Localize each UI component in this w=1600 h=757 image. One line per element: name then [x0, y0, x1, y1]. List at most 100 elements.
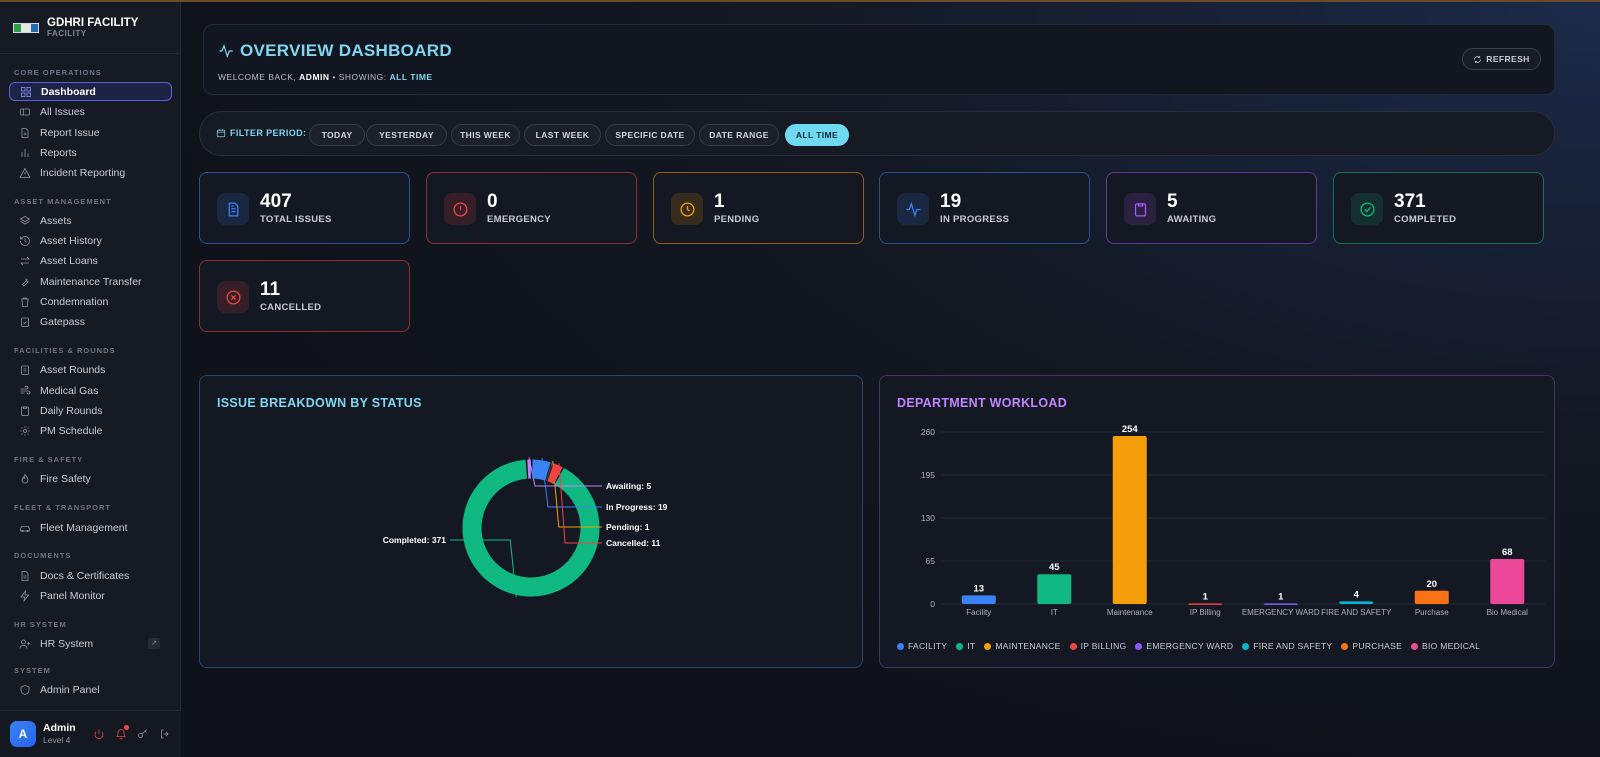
- bar-emergency-ward[interactable]: [1263, 603, 1298, 605]
- clipboard-check-icon: [19, 316, 31, 328]
- bar-value-label: 68: [1502, 547, 1513, 558]
- legend-item[interactable]: BIO MEDICAL: [1411, 641, 1480, 651]
- sidebar-item-admin-panel[interactable]: Admin Panel: [9, 680, 172, 699]
- sidebar-item-label: Admin Panel: [40, 683, 100, 696]
- bar-facility[interactable]: [961, 595, 996, 604]
- stat-card-awaiting[interactable]: 5 AWAITING: [1106, 172, 1317, 244]
- sidebar-item-assets[interactable]: Assets: [9, 211, 172, 230]
- section-title: SYSTEM: [14, 666, 51, 675]
- bar-value-label: 45: [1049, 562, 1060, 573]
- bell-icon[interactable]: [114, 725, 129, 740]
- sidebar-item-reports[interactable]: Reports: [9, 143, 172, 162]
- filter-chip-date-range[interactable]: DATE RANGE: [699, 124, 779, 146]
- stat-label: COMPLETED: [1394, 214, 1457, 225]
- sidebar-item-gatepass[interactable]: Gatepass: [9, 312, 172, 331]
- welcome-line: WELCOME BACK, ADMIN • SHOWING: ALL TIME: [218, 72, 433, 82]
- x-tick-label: Purchase: [1415, 608, 1449, 617]
- legend-item[interactable]: FIRE AND SAFETY: [1242, 641, 1332, 651]
- sidebar-item-label: Incident Reporting: [40, 166, 126, 179]
- sidebar-item-daily-rounds[interactable]: Daily Rounds: [9, 401, 172, 420]
- sidebar-item-fire-safety[interactable]: Fire Safety: [9, 469, 172, 488]
- brand[interactable]: GDHRI FACILITY FACILITY: [0, 2, 180, 54]
- stat-card-in-progress[interactable]: 19 IN PROGRESS: [879, 172, 1090, 244]
- grid-icon: [20, 86, 32, 98]
- refresh-icon: [1474, 55, 1482, 63]
- stat-card-cancelled[interactable]: 11 CANCELLED: [199, 260, 410, 332]
- bar-fire-and-safety[interactable]: [1339, 601, 1374, 604]
- sidebar-item-label: Condemnation: [40, 295, 109, 308]
- refresh-button[interactable]: REFRESH: [1462, 48, 1541, 70]
- workload-legend: FACILITY IT MAINTENANCE IP BILLING EMERGENCY…: [897, 641, 1480, 651]
- bar-value-label: 20: [1426, 579, 1437, 590]
- filter-chip-all-time[interactable]: ALL TIME: [785, 124, 849, 146]
- power-icon[interactable]: [92, 727, 105, 740]
- sidebar-item-all-issues[interactable]: All Issues: [9, 102, 172, 121]
- sidebar-item-dashboard[interactable]: Dashboard: [9, 82, 172, 101]
- sidebar-item-docs-certificates[interactable]: Docs & Certificates: [9, 566, 172, 585]
- legend-dot: [1242, 642, 1250, 650]
- sidebar-item-maintenance-transfer[interactable]: Maintenance Transfer: [9, 272, 172, 291]
- legend-item[interactable]: MAINTENANCE: [984, 641, 1060, 651]
- x-tick-label: Facility: [966, 608, 991, 617]
- legend-item[interactable]: IT: [956, 641, 975, 651]
- legend-dot: [1411, 642, 1419, 650]
- stat-card-completed[interactable]: 371 COMPLETED: [1333, 172, 1544, 244]
- stat-card-pending[interactable]: 1 PENDING: [653, 172, 864, 244]
- legend-dot: [956, 642, 964, 650]
- stat-value: 11: [260, 279, 281, 300]
- bar-ip-billing[interactable]: [1188, 603, 1223, 605]
- legend-item[interactable]: EMERGENCY WARD: [1135, 641, 1233, 651]
- filter-chip-this-week[interactable]: THIS WEEK: [451, 124, 520, 146]
- filter-chip-specific-date[interactable]: SPECIFIC DATE: [605, 124, 695, 146]
- bar-value-label: 254: [1122, 424, 1139, 435]
- sidebar-item-fleet-management[interactable]: Fleet Management: [9, 518, 172, 537]
- sidebar-item-report-issue[interactable]: Report Issue: [9, 123, 172, 142]
- stat-value: 0: [487, 191, 498, 212]
- stat-card-total-issues[interactable]: 407 TOTAL ISSUES: [199, 172, 410, 244]
- user-name: Admin: [43, 722, 76, 734]
- key-icon[interactable]: [136, 727, 149, 740]
- sidebar-item-asset-loans[interactable]: Asset Loans: [9, 251, 172, 270]
- ticket-icon: [19, 106, 31, 118]
- sidebar-item-label: Asset Rounds: [40, 363, 106, 376]
- legend-dot: [897, 642, 904, 650]
- status-panel: ISSUE BREAKDOWN BY STATUS Completed: 371…: [199, 375, 863, 668]
- donut-slice-in-progress[interactable]: [532, 459, 551, 481]
- y-tick-label: 195: [921, 470, 935, 480]
- bar-bio-medical[interactable]: [1490, 559, 1525, 604]
- x-tick-label: EMERGENCY WARD: [1242, 608, 1320, 617]
- sidebar-item-incident-reporting[interactable]: Incident Reporting: [9, 163, 172, 182]
- bar-it[interactable]: [1037, 574, 1072, 604]
- bar-purchase[interactable]: [1414, 590, 1449, 604]
- legend-item[interactable]: PURCHASE: [1341, 641, 1402, 651]
- sidebar-item-asset-rounds[interactable]: Asset Rounds: [9, 360, 172, 379]
- donut-slice-completed[interactable]: [462, 459, 600, 597]
- filter-chip-today[interactable]: TODAY: [309, 124, 365, 146]
- file-icon: [19, 570, 31, 582]
- external-link-icon[interactable]: ↗: [148, 638, 160, 649]
- filter-chip-last-week[interactable]: LAST WEEK: [524, 124, 601, 146]
- workload-panel: DEPARTMENT WORKLOAD 0 65 130 195 260 13 Facili…: [879, 375, 1555, 668]
- bar-chart-icon: [19, 147, 31, 159]
- sidebar-item-hr-system[interactable]: HR System ↗: [9, 634, 172, 653]
- legend-item[interactable]: IP BILLING: [1069, 641, 1127, 651]
- avatar[interactable]: A: [10, 721, 36, 747]
- document-icon: [217, 193, 249, 225]
- welcome-user: ADMIN: [299, 72, 330, 82]
- stat-label: TOTAL ISSUES: [260, 214, 332, 225]
- legend-item[interactable]: FACILITY: [897, 641, 947, 651]
- sidebar-item-medical-gas[interactable]: Medical Gas: [9, 381, 172, 400]
- legend-label: IT: [967, 641, 976, 651]
- sidebar-item-asset-history[interactable]: Asset History: [9, 231, 172, 250]
- sidebar-item-condemnation[interactable]: Condemnation: [9, 292, 172, 311]
- stat-value: 5: [1167, 191, 1178, 212]
- stat-value: 371: [1394, 191, 1426, 212]
- logout-icon[interactable]: [158, 727, 171, 740]
- stat-label: EMERGENCY: [487, 214, 551, 225]
- sidebar-item-pm-schedule[interactable]: PM Schedule: [9, 421, 172, 440]
- sidebar-item-panel-monitor[interactable]: Panel Monitor: [9, 586, 172, 605]
- section-title: FACILITIES & ROUNDS: [14, 346, 116, 355]
- stat-card-emergency[interactable]: 0 EMERGENCY: [426, 172, 637, 244]
- bar-maintenance[interactable]: [1112, 435, 1147, 604]
- filter-chip-yesterday[interactable]: YESTERDAY: [366, 124, 447, 146]
